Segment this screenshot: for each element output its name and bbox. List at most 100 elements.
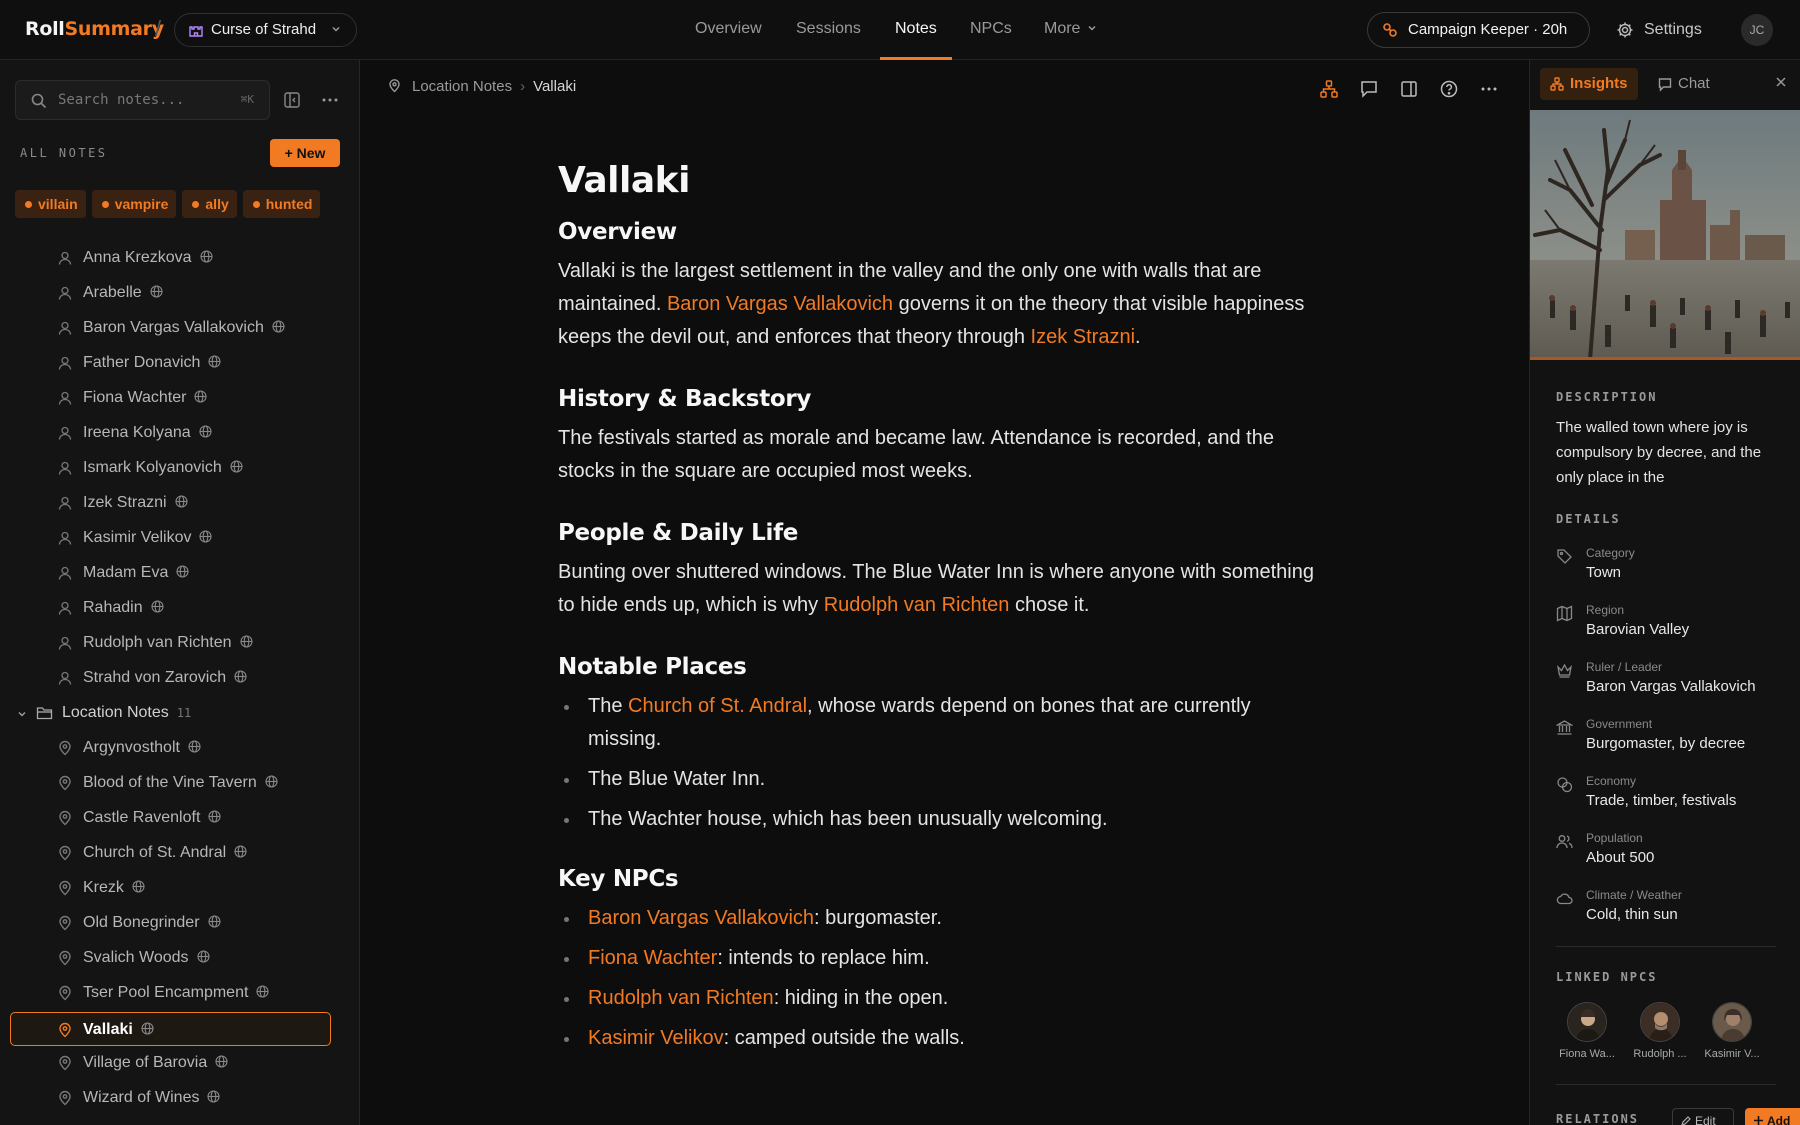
tab-more-label: More <box>1044 20 1081 37</box>
location-description: The walled town where joy is compulsory … <box>1556 419 1762 486</box>
note-item[interactable]: Old Bonegrinder <box>0 906 359 941</box>
folder-row[interactable]: Location Notes 11 <box>0 696 359 731</box>
detail-key: Economy <box>1586 774 1637 788</box>
note-item[interactable]: Anna Krezkova <box>0 241 359 276</box>
map-pin-icon <box>59 1090 71 1106</box>
close-icon[interactable] <box>1774 75 1788 89</box>
tag-villain[interactable]: villain <box>15 190 86 218</box>
note-item[interactable]: Kasimir Velikov <box>0 521 359 556</box>
note-item[interactable]: Fiona Wachter <box>0 381 359 416</box>
note-item[interactable]: Father Donavich <box>0 346 359 381</box>
globe-icon <box>230 460 243 473</box>
note-item[interactable]: Ismark Kolyanovich <box>0 451 359 486</box>
linked-npc-name: Fiona Wa... <box>1559 1048 1615 1060</box>
breadcrumb-parent[interactable]: Location Notes <box>412 78 512 95</box>
linked-npc-fiona[interactable]: Fiona Wa... <box>1557 1002 1617 1060</box>
edit-label: Edit <box>1695 1114 1716 1125</box>
portrait-image <box>1713 1003 1751 1041</box>
campaign-selector[interactable]: Curse of Strahd <box>174 13 358 47</box>
tab-sessions[interactable]: Sessions <box>796 0 861 60</box>
tab-overview[interactable]: Overview <box>695 0 762 60</box>
linked-npc-kasimir[interactable]: Kasimir V... <box>1702 1002 1762 1060</box>
note-item[interactable]: Church of St. Andral <box>0 836 359 871</box>
note-item[interactable]: Strahd von Zarovich <box>0 661 359 696</box>
note-item[interactable]: Rudolph van Richten <box>0 626 359 661</box>
note-document[interactable]: Vallaki Overview Vallaki is the largest … <box>558 160 1318 1085</box>
help-icon[interactable] <box>1438 78 1460 100</box>
campaign-keeper-button[interactable]: Campaign Keeper · 20h <box>1367 12 1590 48</box>
note-item[interactable]: Arabelle <box>0 276 359 311</box>
note-item-selected[interactable]: Vallaki <box>10 1012 331 1046</box>
tab-more[interactable]: More <box>1044 0 1098 60</box>
person-icon <box>58 286 72 300</box>
npc-link-rudolph[interactable]: Rudolph van Richten <box>824 594 1010 616</box>
note-title[interactable]: Vallaki <box>558 160 1318 201</box>
add-relation-button[interactable]: Add <box>1745 1108 1800 1125</box>
npc-link[interactable]: Kasimir Velikov <box>588 1027 724 1049</box>
split-view-icon[interactable] <box>1398 78 1420 100</box>
insights-panel: Insights Chat DESCRIPTION The walled tow… <box>1529 60 1800 1125</box>
edit-relations-button[interactable]: Edit <box>1672 1108 1734 1125</box>
note-item[interactable]: Madam Eva <box>0 556 359 591</box>
search-input[interactable] <box>58 81 218 119</box>
coins-icon <box>1557 777 1573 793</box>
note-item[interactable]: Ireena Kolyana <box>0 416 359 451</box>
more-options-icon[interactable] <box>1478 78 1500 100</box>
note-item[interactable]: Argynvostholt <box>0 731 359 766</box>
user-avatar[interactable]: JC <box>1741 14 1773 46</box>
npc-link[interactable]: Fiona Wachter <box>588 947 717 969</box>
note-item[interactable]: Baron Vargas Vallakovich <box>0 311 359 346</box>
note-item[interactable]: Blood of the Vine Tavern <box>0 766 359 801</box>
note-item-label: Father Donavich <box>83 354 221 372</box>
folder-icon <box>36 707 53 720</box>
new-note-button[interactable]: + New <box>270 139 340 167</box>
add-label: Add <box>1767 1114 1791 1125</box>
collapse-sidebar-icon[interactable] <box>282 90 302 110</box>
search-box[interactable]: ⌘K <box>15 80 270 120</box>
note-item[interactable]: Village of Barovia <box>0 1046 359 1081</box>
note-item-label: Baron Vargas Vallakovich <box>83 319 285 337</box>
tab-chat[interactable]: Chat <box>1648 68 1720 100</box>
graph-view-icon[interactable] <box>1318 78 1340 100</box>
linked-npc-rudolph[interactable]: Rudolph ... <box>1630 1002 1690 1060</box>
globe-icon <box>215 1055 228 1068</box>
npc-role: : hiding in the open. <box>773 987 949 1009</box>
location-link-church[interactable]: Church of St. Andral <box>628 695 807 717</box>
tab-notes[interactable]: Notes <box>880 0 952 60</box>
npc-link-baron[interactable]: Baron Vargas Vallakovich <box>667 293 893 315</box>
comment-icon[interactable] <box>1358 78 1380 100</box>
divider <box>1556 1084 1776 1085</box>
folder-row[interactable]: NPC Notes13 <box>0 230 359 241</box>
globe-icon <box>256 985 269 998</box>
app-logo[interactable]: RollSummary <box>25 18 164 40</box>
note-item-label: Kasimir Velikov <box>83 529 213 547</box>
resize-handle[interactable]: ⋮ <box>352 643 359 661</box>
note-item[interactable]: Svalich Woods <box>0 941 359 976</box>
note-item[interactable]: Krezk <box>0 871 359 906</box>
note-item[interactable]: Rahadin <box>0 591 359 626</box>
avatar <box>1567 1002 1607 1042</box>
note-item[interactable]: Izek Strazni <box>0 486 359 521</box>
person-icon <box>58 251 72 265</box>
note-item[interactable]: Castle Ravenloft <box>0 801 359 836</box>
places-list: The Church of St. Andral, whose wards de… <box>558 690 1318 836</box>
npc-link[interactable]: Rudolph van Richten <box>588 987 774 1009</box>
people-paragraph: Bunting over shuttered windows. The Blue… <box>558 556 1318 622</box>
tag-vampire[interactable]: vampire <box>91 190 177 218</box>
more-options-icon[interactable] <box>320 90 340 110</box>
tag-ally[interactable]: ally <box>182 190 237 218</box>
note-item-label: Wizard of Wines <box>83 1089 221 1107</box>
npc-link-izek[interactable]: Izek Strazni <box>1031 326 1135 348</box>
detail-value: Trade, timber, festivals <box>1586 792 1737 809</box>
note-item[interactable]: Tser Pool Encampment <box>0 976 359 1011</box>
key-npcs-list: Baron Vargas Vallakovich: burgomaster. F… <box>558 902 1318 1055</box>
list-item: Baron Vargas Vallakovich: burgomaster. <box>558 902 1318 935</box>
tab-npcs[interactable]: NPCs <box>970 0 1012 60</box>
note-item[interactable]: Wizard of Wines <box>0 1081 359 1116</box>
search-shortcut: ⌘K <box>240 93 254 106</box>
note-item-label: Tser Pool Encampment <box>83 984 269 1002</box>
tag-hunted[interactable]: hunted <box>242 190 321 218</box>
tab-insights[interactable]: Insights <box>1540 68 1638 100</box>
npc-link[interactable]: Baron Vargas Vallakovich <box>588 907 814 929</box>
settings-button[interactable]: Settings <box>1616 18 1702 42</box>
